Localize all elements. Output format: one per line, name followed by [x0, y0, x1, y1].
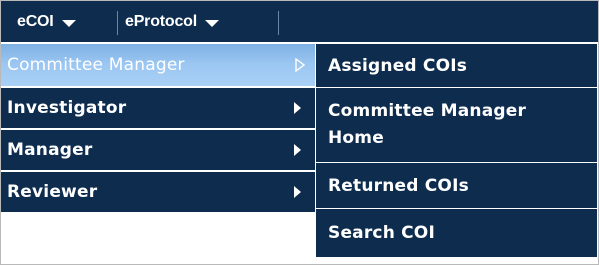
menu-item-manager[interactable]: Manager [1, 130, 315, 172]
chevron-right-icon [294, 186, 301, 198]
menu-item-label: Manager [7, 140, 93, 160]
chevron-right-outline-icon [295, 58, 305, 72]
chevron-right-icon [294, 144, 301, 156]
menu-separator [117, 11, 118, 35]
submenu-item-search-coi[interactable]: Search COI [316, 209, 597, 257]
menu-item-investigator[interactable]: Investigator [1, 88, 315, 130]
menu-item-reviewer[interactable]: Reviewer [1, 172, 315, 214]
top-menu-eprotocol[interactable]: eProtocol [125, 1, 219, 42]
top-menu-ecoi-label: eCOI [17, 12, 54, 30]
menu-item-committee-manager[interactable]: Committee Manager [1, 44, 315, 88]
submenu-item-returned-cois[interactable]: Returned COIs [316, 163, 597, 209]
caret-down-icon [61, 19, 76, 27]
submenu-item-label: Returned COIs [328, 175, 469, 196]
submenu-item-label: Search COI [328, 223, 435, 243]
top-menu-eprotocol-label: eProtocol [125, 12, 197, 30]
top-menu-ecoi[interactable]: eCOI [17, 1, 76, 42]
chevron-right-icon [294, 102, 301, 114]
menu-separator [278, 11, 279, 35]
menu-item-label: Reviewer [7, 182, 98, 202]
submenu-item-committee-manager-home[interactable]: Committee Manager Home [316, 88, 597, 163]
menu-item-label: Investigator [7, 98, 127, 118]
submenu-item-label: Committee Manager Home [328, 101, 527, 148]
ecoi-dropdown-menu: Committee Manager Investigator Manager R… [1, 44, 315, 214]
submenu-item-assigned-cois[interactable]: Assigned COIs [316, 44, 597, 88]
menu-item-label: Committee Manager [7, 55, 185, 75]
submenu-item-label: Assigned COIs [328, 55, 468, 76]
top-menu-bar: eCOI eProtocol [1, 1, 598, 42]
committee-manager-submenu: Assigned COIs Committee Manager Home Ret… [316, 44, 597, 257]
caret-down-icon [205, 19, 219, 27]
